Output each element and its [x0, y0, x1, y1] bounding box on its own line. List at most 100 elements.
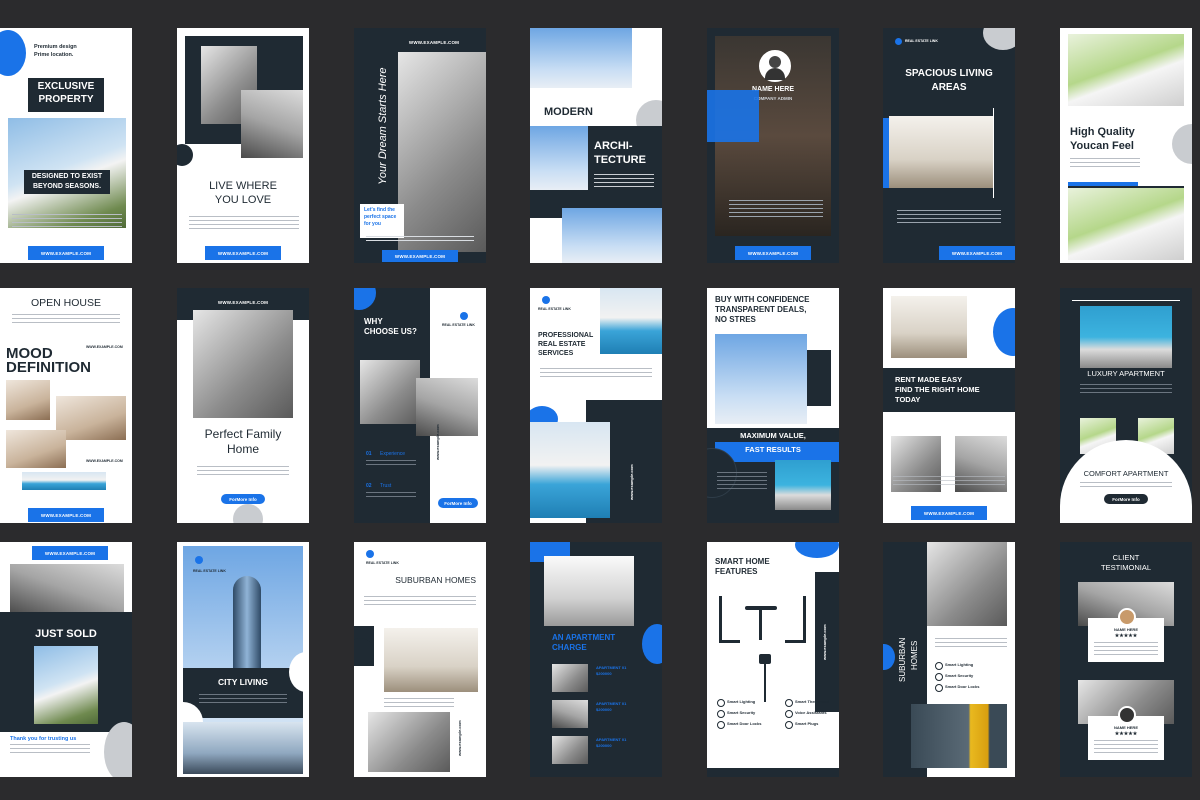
template-card-open-house[interactable]: OPEN HOUSE WWW.EXAMPLE.COM MOOD DEFINITI… [0, 288, 132, 523]
check-icon [785, 721, 793, 729]
title: SUBURBAN HOMES [395, 575, 476, 585]
feature-1: Smart Lighting [945, 662, 974, 667]
template-card-high-quality[interactable]: High Quality Youcan Feel [1060, 28, 1192, 263]
brand-dot [195, 556, 203, 564]
website-button[interactable]: WWW.EXAMPLE.COM [382, 250, 458, 262]
decor-circle [993, 308, 1015, 356]
template-card-professional-services[interactable]: REAL ESTATE LINK PROFESSIONAL REAL ESTAT… [530, 288, 662, 523]
template-card-modern-architecture[interactable]: MODERN ARCHI- TECTURE [530, 28, 662, 263]
feature-6: Smart Plugs [795, 721, 819, 726]
title-1: LUXURY APARTMENT [1087, 369, 1165, 378]
template-card-agent-profile[interactable]: NAME HERE COMPANY ADMIN WWW.EXAMPLE.COM [707, 28, 839, 263]
luxury-photo [1080, 306, 1172, 368]
caption-line-2: BEYOND SEASONS. [32, 183, 102, 190]
apartment-price-2: $200000 [596, 707, 612, 712]
website-button[interactable]: WWW.EXAMPLE.COM [205, 246, 281, 260]
apartment-price-1: $200000 [596, 671, 612, 676]
feature-3: Smart Security [727, 710, 756, 715]
title-line-1: EXCLUSIVE [37, 81, 95, 92]
avatar-face [769, 56, 781, 68]
check-icon [935, 662, 943, 670]
website-button[interactable]: WWW.EXAMPLE.COM [32, 546, 108, 560]
lamp-icon [757, 654, 773, 704]
website-button[interactable]: WWW.EXAMPLE.COM [28, 508, 104, 522]
decor-circle [642, 624, 662, 664]
body-text-2 [1080, 482, 1172, 488]
team-photo [360, 360, 420, 424]
tower-photo [530, 126, 588, 190]
apartment-thumb-3 [552, 736, 588, 764]
template-card-just-sold[interactable]: WWW.EXAMPLE.COM JUST SOLD Thank you for … [0, 542, 132, 777]
feature-2: Smart Thermostat [795, 699, 830, 704]
website-button[interactable]: WWW.EXAMPLE.COM [911, 506, 987, 520]
title-line-1: MODERN [544, 106, 593, 118]
body-text [594, 174, 654, 190]
website-url: WWW.EXAMPLE.COM [217, 250, 269, 256]
testimonial-name-1: NAME HERE [1113, 627, 1138, 632]
website-button[interactable]: WWW.EXAMPLE.COM [735, 246, 811, 260]
body-text [189, 216, 299, 230]
website-button[interactable]: WWW.EXAMPLE.COM [28, 246, 104, 260]
template-card-suburban-homes[interactable]: REAL ESTATE LINK SUBURBAN HOMES www.exam… [354, 542, 486, 777]
lamp-shade [759, 654, 771, 664]
handshake-photo [416, 378, 478, 436]
template-card-exclusive-property[interactable]: Premium design Prime location. EXCLUSIVE… [0, 28, 132, 263]
body-text [10, 744, 90, 756]
template-card-client-testimonial[interactable]: CLIENT TESTIMONIAL NAME HERE ★★★★★ NAME … [1060, 542, 1192, 777]
title-line-2: PROPERTY [38, 94, 94, 105]
vertical-url: www.example.com [822, 624, 827, 660]
template-card-spacious-living[interactable]: REAL ESTATE LINK SPACIOUS LIVING AREAS W… [883, 28, 1015, 263]
template-card-rent-made-easy[interactable]: RENT MADE EASY FIND THE RIGHT HOME TODAY… [883, 288, 1015, 523]
title-line-2: CHARGE [552, 643, 587, 652]
title: OPEN HOUSE [30, 297, 101, 309]
template-card-buy-with-confidence[interactable]: BUY WITH CONFIDENCE TRANSPARENT DEALS, N… [707, 288, 839, 523]
fabric-photo-3 [6, 430, 66, 468]
brand-dot [542, 296, 550, 304]
template-card-suburban-features[interactable]: SUBURBAN HOMES Smart Lighting Smart Secu… [883, 542, 1015, 777]
pool-photo [530, 422, 610, 518]
fabric-photo-2 [56, 396, 126, 440]
caption-line-2: perfect space [364, 214, 397, 220]
template-card-city-living[interactable]: REAL ESTATE LINK CITY LIVING [177, 542, 309, 777]
template-card-dream-starts-here[interactable]: WWW.EXAMPLE.COM Your Dream Starts Here L… [354, 28, 486, 263]
lamp-pole [764, 664, 766, 702]
testimonial-text-1 [1094, 642, 1158, 656]
avatar [759, 50, 791, 82]
office-photo [241, 90, 303, 158]
more-info-button[interactable]: ForMore Info [221, 494, 265, 504]
side-tag [807, 350, 831, 406]
apartment-price-3: $200000 [596, 743, 612, 748]
item-text-2 [366, 492, 416, 500]
interior-photo [193, 310, 293, 418]
brand-dot [895, 38, 902, 45]
more-info-button[interactable]: ForMore Info [438, 498, 478, 508]
testimonial-text-2 [1094, 740, 1158, 754]
caption-line-1: DESIGNED TO EXIST [31, 173, 103, 180]
template-card-apartment-charge[interactable]: AN APARTMENT CHARGE APARTMENT 01 $200000… [530, 542, 662, 777]
decor-circle [795, 542, 839, 558]
more-info-button[interactable]: ForMore Info [1104, 494, 1148, 504]
band-line-1: MAXIMUM VALUE, [740, 431, 806, 440]
decor-circle [983, 28, 1015, 50]
template-card-perfect-family-home[interactable]: WWW.EXAMPLE.COM Perfect Family Home ForM… [177, 288, 309, 523]
template-card-smart-home[interactable]: SMART HOME FEATURES www.example.com Smar… [707, 542, 839, 777]
template-card-why-choose-us[interactable]: WHY CHOOSE US? REAL ESTATE LINK 01 Exper… [354, 288, 486, 523]
title-line-1: SPACIOUS LIVING [905, 68, 993, 79]
website-button[interactable]: WWW.EXAMPLE.COM [939, 246, 1015, 260]
template-card-luxury-apartment[interactable]: LUXURY APARTMENT COMFORT APARTMENT ForMo… [1060, 288, 1192, 523]
testimonial-name-2: NAME HERE [1113, 725, 1138, 730]
living-room-photo [384, 628, 478, 692]
title: CITY LIVING [218, 677, 268, 687]
check-icon [785, 699, 793, 707]
tagline-1: Premium design [34, 44, 77, 50]
feature-1: Smart Lighting [727, 699, 756, 704]
body-text [935, 638, 1007, 648]
template-card-live-where-you-love[interactable]: LIVE WHERE YOU LOVE WWW.EXAMPLE.COM [177, 28, 309, 263]
website-url-top: WWW.EXAMPLE.COM [408, 40, 460, 45]
sofa-photo [10, 564, 124, 614]
footer-band [707, 768, 839, 777]
decor-circle [0, 30, 26, 76]
title-line-3: TECTURE [594, 154, 646, 166]
big-title-2: DEFINITION [6, 359, 91, 376]
title-line-1: CLIENT [1112, 553, 1140, 562]
